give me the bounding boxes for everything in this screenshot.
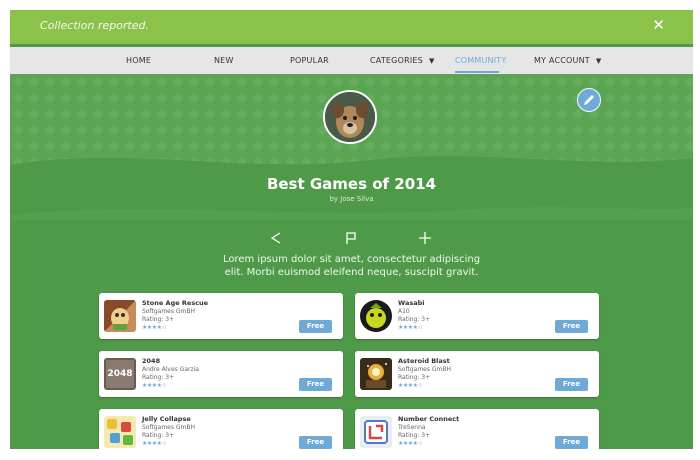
star-rating-icon: ★★★★☆ [398,440,423,447]
game-rating: Rating: 3+ [398,432,431,439]
game-rating: Rating: 3+ [398,316,431,323]
thumb-2048-text: 2048 [107,369,133,379]
game-name: Stone Age Rescue [142,299,209,307]
chevron-down-icon: ▼ [595,57,602,65]
free-button[interactable]: Free [555,378,588,391]
toast-message: Collection reported. [40,19,149,32]
avatar [323,90,377,144]
game-name: Asteroid Blast [398,357,450,365]
game-rating: Rating: 3+ [398,374,431,381]
game-rating: Rating: 3+ [142,432,175,439]
star-rating-icon: ★★★★☆ [398,382,423,389]
star-rating-icon: ★★★★☆ [142,382,167,389]
free-button[interactable]: Free [555,436,588,449]
star-rating-icon: ★★★★☆ [142,324,167,331]
nav-popular[interactable]: POPULAR [290,56,329,65]
game-developer: Softgames GmBH [142,308,196,315]
game-developer: Softgames GmBH [398,366,452,373]
share-icon[interactable] [268,230,284,246]
add-icon[interactable] [417,230,433,246]
game-thumbnail [360,300,392,332]
star-rating-icon: ★★★★☆ [398,324,423,331]
nav-my-account-label: MY ACCOUNT [534,56,590,65]
game-rating: Rating: 3+ [142,374,175,381]
game-developer: TreSenna [398,424,426,431]
free-button[interactable]: Free [299,320,332,333]
main-nav: HOME NEW POPULAR CATEGORIES ▼ COMMUNITY M… [10,47,693,75]
nav-categories[interactable]: CATEGORIES ▼ [370,56,435,65]
game-developer: Andre Alves Garzia [142,366,199,373]
app-frame: Collection reported. ✕ HOME NEW POPULAR … [10,10,693,449]
toast-notification: Collection reported. ✕ [10,10,693,44]
collection-author: by Jose Silva [329,195,374,203]
game-name: Wasabi [398,299,425,307]
nav-my-account[interactable]: MY ACCOUNT ▼ [534,56,601,65]
description-line-1: Lorem ipsum dolor sit amet, consectetur … [222,254,481,265]
nav-home[interactable]: HOME [126,56,151,65]
game-name: Number Connect [398,415,460,423]
active-tab-indicator [455,71,499,73]
collection-description: Lorem ipsum dolor sit amet, consectetur … [10,253,693,279]
game-thumbnail: 2048 [104,358,136,390]
game-thumbnail [104,300,136,332]
game-rating: Rating: 3+ [142,316,175,323]
game-card[interactable]: 2048 2048 Andre Alves Garzia Rating: 3+ … [99,351,343,397]
game-card[interactable]: Number Connect TreSenna Rating: 3+ ★★★★☆… [355,409,599,449]
nav-new[interactable]: NEW [214,56,234,65]
nav-categories-label: CATEGORIES [370,56,423,65]
game-thumbnail [360,416,392,448]
free-button[interactable]: Free [299,436,332,449]
game-name: Jelly Collapse [142,415,191,423]
chevron-down-icon: ▼ [428,57,435,65]
game-thumbnail [104,416,136,448]
star-rating-icon: ★★★★☆ [142,440,167,447]
flag-icon[interactable] [343,230,359,246]
game-card[interactable]: Stone Age Rescue Softgames GmBH Rating: … [99,293,343,339]
game-card[interactable]: Wasabi A10 Rating: 3+ ★★★★☆ Free [355,293,599,339]
nav-community[interactable]: COMMUNITY [455,56,506,65]
game-thumbnail [360,358,392,390]
free-button[interactable]: Free [299,378,332,391]
game-name: 2048 [142,357,161,365]
game-developer: A10 [398,308,410,315]
edit-collection-button[interactable] [577,88,601,112]
game-card[interactable]: Asteroid Blast Softgames GmBH Rating: 3+… [355,351,599,397]
game-card[interactable]: Jelly Collapse Softgames GmBH Rating: 3+… [99,409,343,449]
pencil-icon [584,95,594,105]
description-line-2: elit. Morbi euismod eleifend neque, susc… [224,267,479,278]
collection-title: Best Games of 2014 [266,175,437,193]
close-icon[interactable]: ✕ [652,16,665,34]
free-button[interactable]: Free [555,320,588,333]
game-developer: Softgames GmBH [142,424,196,431]
